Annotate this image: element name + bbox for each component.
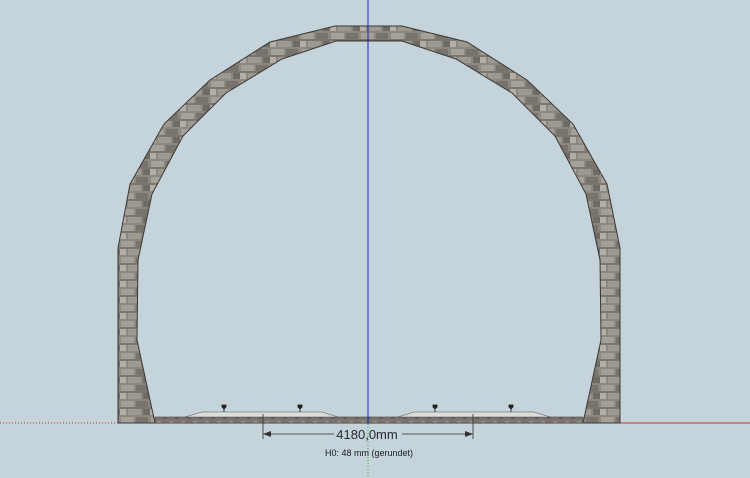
model-canvas[interactable]: 4180,0mm H0: 48 mm (gerundet) <box>0 0 750 478</box>
right-track-rail-b <box>508 404 514 412</box>
left-track-rail-a <box>221 404 227 412</box>
dimension-value-label: 4180,0mm <box>336 427 397 442</box>
dimension-arrow-right <box>465 431 473 437</box>
dimension-arrow-left <box>263 431 271 437</box>
tunnel-portal-wall[interactable] <box>117 25 621 424</box>
scale-note-label: H0: 48 mm (gerundet) <box>325 448 413 458</box>
sketchup-viewport[interactable]: 4180,0mm H0: 48 mm (gerundet) <box>0 0 750 478</box>
left-track-ballast <box>184 411 339 418</box>
left-track-rail-b <box>297 404 303 412</box>
right-track-rail-a <box>432 404 438 412</box>
right-track-ballast <box>397 411 551 418</box>
track-bed <box>154 416 584 424</box>
